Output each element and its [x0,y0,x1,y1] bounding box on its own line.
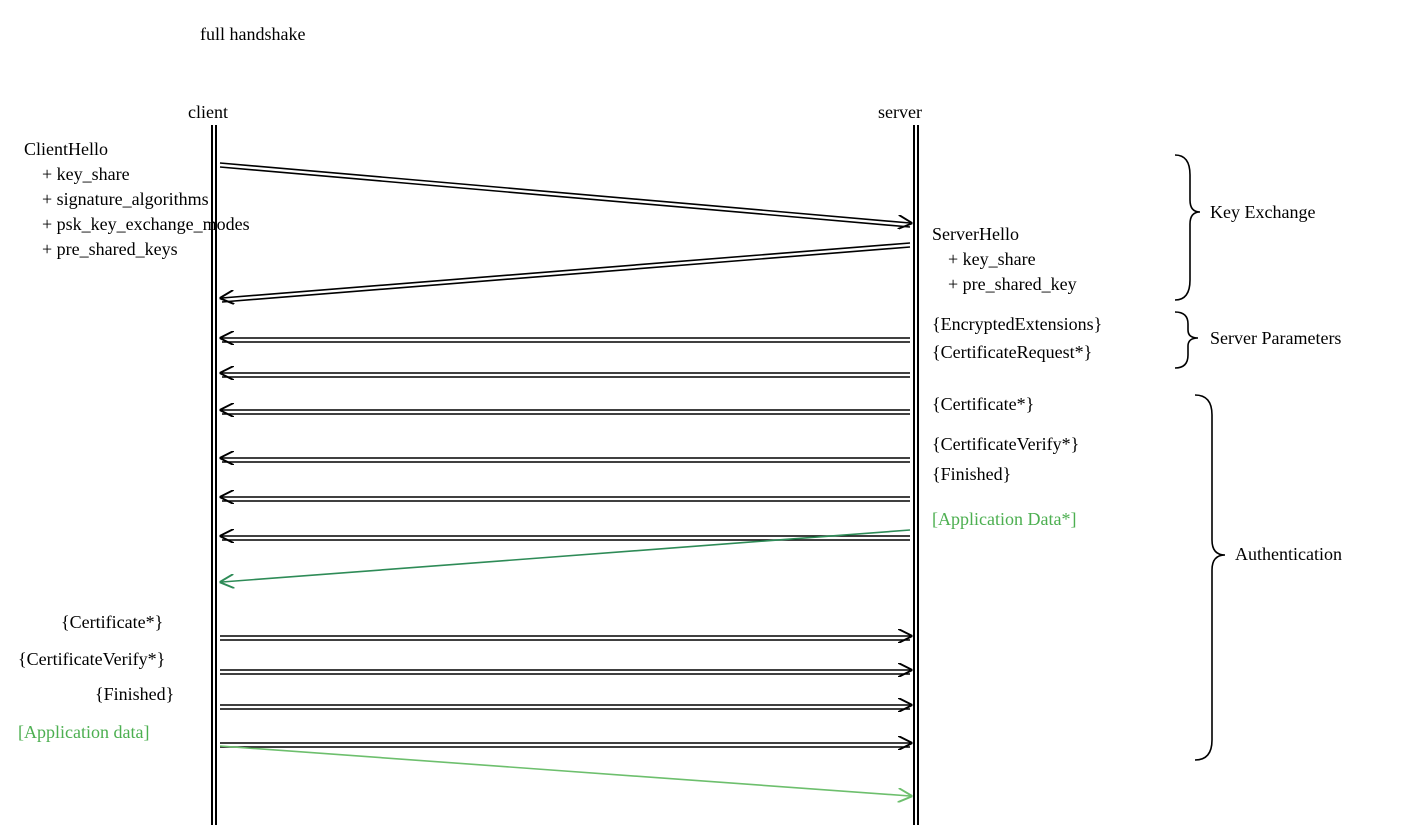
actor-client-label: client [188,102,228,122]
clienthello-ext2: + signature_algorithms [42,189,209,209]
clienthello-ext1: + key_share [42,164,130,184]
arrow-serverhello [222,243,910,298]
brace-server-params [1175,312,1198,368]
serverhello-name: ServerHello [932,224,1019,244]
brace-key-exchange [1175,155,1200,300]
arrow-clienthello [220,163,910,223]
serverhello-ext2: + pre_shared_key [948,274,1077,294]
actor-server-label: server [878,102,922,122]
srv-appdata: [Application Data*] [932,509,1076,529]
srv-cert: {Certificate*} [932,394,1034,414]
arrow-clienthello-2 [220,167,910,227]
cli-appdata: [Application data] [18,722,149,742]
arrow-serverhello-2 [222,247,910,302]
srv-finished: {Finished} [932,464,1011,484]
cert-req: {CertificateRequest*} [932,342,1092,362]
phase-authentication: Authentication [1235,544,1342,564]
enc-ext: {EncryptedExtensions} [932,314,1102,334]
clienthello-name: ClientHello [24,139,108,159]
brace-authentication [1195,395,1225,760]
cli-finished: {Finished} [95,684,174,704]
diagram-title: full handshake [200,24,305,44]
phase-key-exchange: Key Exchange [1210,202,1315,222]
cli-certverify: {CertificateVerify*} [18,649,165,669]
handshake-diagram: full handshake client server ClientHello… [0,0,1408,829]
clienthello-ext4: + pre_shared_keys [42,239,178,259]
arrow-cli-appdata [220,746,910,796]
cli-cert: {Certificate*} [61,612,163,632]
clienthello-ext3: + psk_key_exchange_modes [42,214,250,234]
srv-certverify: {CertificateVerify*} [932,434,1079,454]
arrow-srv-appdata [222,530,910,582]
phase-server-params: Server Parameters [1210,328,1341,348]
serverhello-ext1: + key_share [948,249,1036,269]
